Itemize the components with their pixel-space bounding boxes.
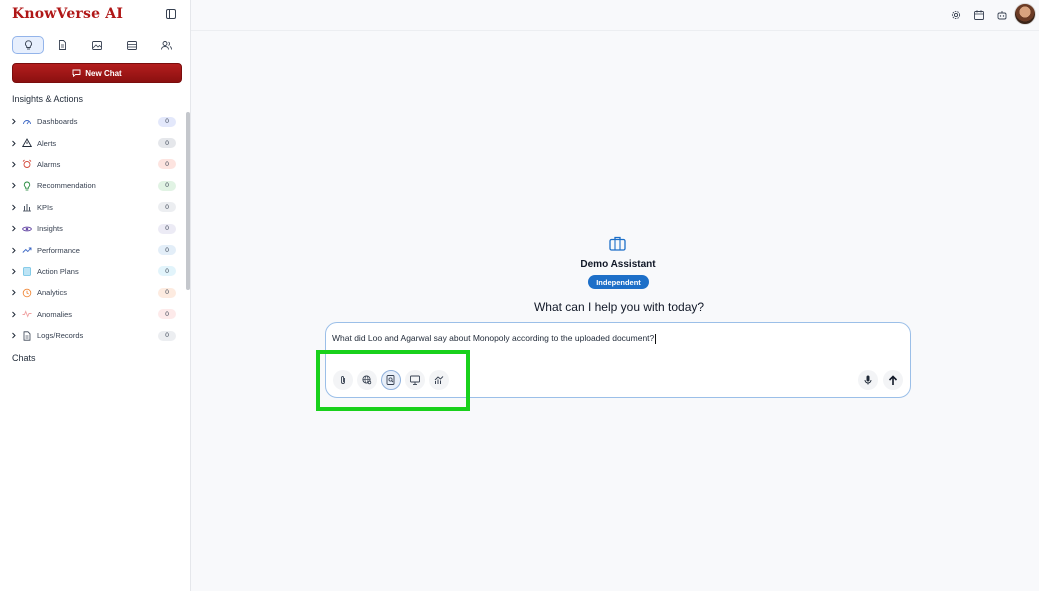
sidebar-collapse-button[interactable] xyxy=(162,6,180,22)
sidebar-item-label: Action Plans xyxy=(37,266,79,276)
eye-icon xyxy=(20,224,34,234)
tab-users[interactable] xyxy=(150,36,182,54)
chat-input-value: What did Loo and Agarwal say about Monop… xyxy=(332,333,655,343)
chevron-right-icon[interactable] xyxy=(8,118,20,125)
sidebar-item-label: Alarms xyxy=(37,159,61,169)
sidebar-item-dashboards[interactable]: Dashboards 0 xyxy=(8,111,180,132)
database-icon xyxy=(126,40,137,50)
send-button[interactable] xyxy=(883,370,903,390)
chevron-right-icon[interactable] xyxy=(8,140,20,147)
send-icon xyxy=(888,374,898,385)
count-badge: 0 xyxy=(158,116,176,127)
lightbulb-icon xyxy=(20,181,34,191)
clipboard-icon xyxy=(20,266,34,277)
count-badge: 0 xyxy=(158,180,176,191)
document-icon xyxy=(59,40,66,50)
pulse-icon xyxy=(20,309,34,319)
alarm-icon xyxy=(20,159,34,169)
welcome-prompt: What can I help you with today? xyxy=(533,300,705,314)
settings-button[interactable] xyxy=(949,8,963,22)
sidebar-item-label: Logs/Records xyxy=(37,331,84,341)
file-icon xyxy=(20,330,34,341)
assistant-mode-badge: Independent xyxy=(588,275,649,289)
count-badge: 0 xyxy=(158,223,176,234)
insights-section-title: Insights & Actions xyxy=(12,94,84,104)
chevron-right-icon[interactable] xyxy=(8,332,20,339)
sidebar-item-label: Insights xyxy=(37,224,63,234)
text-caret xyxy=(655,333,657,344)
gauge-icon xyxy=(20,117,34,127)
chat-bubble-icon xyxy=(72,69,81,77)
chat-input[interactable]: What did Loo and Agarwal say about Monop… xyxy=(332,333,657,344)
tab-database[interactable] xyxy=(116,36,148,54)
sidebar-item-label: Anomalies xyxy=(37,309,73,319)
count-badge: 0 xyxy=(158,202,176,213)
chevron-right-icon[interactable] xyxy=(8,268,20,275)
sidebar-item-logs-records[interactable]: Logs/Records 0 xyxy=(8,325,180,346)
settings-icon xyxy=(951,10,961,20)
count-badge: 0 xyxy=(158,330,176,341)
sidebar-item-recommendation[interactable]: Recommendation 0 xyxy=(8,175,180,196)
sidebar-item-label: KPIs xyxy=(37,202,53,212)
tab-documents[interactable] xyxy=(47,36,79,54)
new-chat-button[interactable]: New Chat xyxy=(12,63,182,83)
calendar-button[interactable] xyxy=(972,8,986,22)
calendar-icon xyxy=(974,10,984,20)
sidebar-item-action-plans[interactable]: Action Plans 0 xyxy=(8,261,180,282)
tools-highlight-box xyxy=(316,350,470,411)
chevron-right-icon[interactable] xyxy=(8,204,20,211)
sidebar-item-label: Alerts xyxy=(37,138,57,148)
user-avatar[interactable] xyxy=(1014,3,1036,25)
sidebar-item-label: Analytics xyxy=(37,288,68,298)
count-badge: 0 xyxy=(158,287,176,298)
count-badge: 0 xyxy=(158,309,176,320)
sidebar-item-performance[interactable]: Performance 0 xyxy=(8,239,180,260)
clock-icon xyxy=(20,288,34,298)
assistant-bot-button[interactable] xyxy=(995,8,1009,22)
briefcase-icon xyxy=(609,236,626,256)
new-chat-label: New Chat xyxy=(85,68,122,78)
sidebar-item-kpis[interactable]: KPIs 0 xyxy=(8,197,180,218)
sidebar-item-label: Recommendation xyxy=(37,181,96,191)
insights-nav: Dashboards 0 Alerts 0 Alarms 0 Recommendation 0… xyxy=(8,111,180,346)
sidebar-item-alerts[interactable]: Alerts 0 xyxy=(8,132,180,153)
tab-insights[interactable] xyxy=(12,36,44,54)
count-badge: 0 xyxy=(158,138,176,149)
sidebar-tabs xyxy=(12,36,182,54)
count-badge: 0 xyxy=(158,266,176,277)
image-icon xyxy=(92,40,102,50)
chats-section-title: Chats xyxy=(12,353,36,363)
chevron-right-icon[interactable] xyxy=(8,289,20,296)
microphone-icon xyxy=(864,375,872,385)
sidebar-item-label: Dashboards xyxy=(37,117,78,127)
count-badge: 0 xyxy=(158,245,176,256)
chevron-right-icon[interactable] xyxy=(8,161,20,168)
tab-images[interactable] xyxy=(81,36,113,54)
sidebar-item-label: Performance xyxy=(37,245,80,255)
lightbulb-icon xyxy=(24,40,32,50)
chevron-right-icon[interactable] xyxy=(8,311,20,318)
top-bar xyxy=(191,0,1039,31)
robot-icon xyxy=(997,11,1007,20)
sidebar-item-anomalies[interactable]: Anomalies 0 xyxy=(8,304,180,325)
warning-icon xyxy=(20,138,34,148)
sidebar: KnowVerse AI New Chat Insights & Actions… xyxy=(0,0,191,591)
voice-input-button[interactable] xyxy=(858,370,878,390)
sidebar-toggle-icon xyxy=(166,9,176,19)
bar-chart-icon xyxy=(20,202,34,212)
app-title: KnowVerse AI xyxy=(12,6,124,22)
chevron-right-icon[interactable] xyxy=(8,247,20,254)
count-badge: 0 xyxy=(158,159,176,170)
assistant-name: Demo Assistant xyxy=(580,259,656,270)
trend-up-icon xyxy=(20,245,34,255)
users-icon xyxy=(160,40,172,50)
sidebar-item-alarms[interactable]: Alarms 0 xyxy=(8,154,180,175)
chevron-right-icon[interactable] xyxy=(8,225,20,232)
sidebar-item-analytics[interactable]: Analytics 0 xyxy=(8,282,180,303)
sidebar-scrollbar[interactable] xyxy=(186,112,190,290)
sidebar-item-insights[interactable]: Insights 0 xyxy=(8,218,180,239)
chevron-right-icon[interactable] xyxy=(8,182,20,189)
